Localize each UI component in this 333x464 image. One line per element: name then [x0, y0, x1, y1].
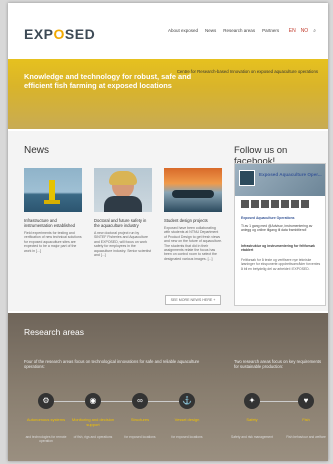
news-card[interactable]: Student design projects Exposed have bee…	[164, 168, 222, 261]
research-area-label[interactable]: Fish	[284, 417, 328, 422]
language-flags: EN NO ⌕	[289, 28, 316, 34]
nav-item-research[interactable]: Research areas	[223, 28, 255, 33]
search-icon[interactable]: ⌕	[313, 28, 316, 34]
nav-item-news[interactable]: News	[205, 28, 216, 33]
logo-o: O	[53, 26, 65, 42]
person-icon[interactable]: ✦	[244, 393, 260, 409]
connector-line	[46, 401, 192, 402]
facebook-page-name[interactable]: Exposed Aquaculture Oper...	[259, 172, 323, 177]
research-area-label[interactable]: Vessel design	[165, 417, 209, 422]
research-area-sub: Safety and risk management	[231, 435, 273, 439]
news-text: A new doctoral project run by SINTEF Fis…	[94, 231, 151, 258]
facebook-post-title[interactable]: Exposed Aquaculture Operations	[241, 216, 321, 220]
news-text: Field experiments for testing and verifi…	[24, 231, 82, 253]
research-area-sub: for exposed locations	[171, 435, 203, 439]
research-area-label[interactable]: Monitoring and decision support	[71, 417, 115, 427]
follower-thumb	[261, 200, 269, 208]
nav-item-partners[interactable]: Partners	[262, 28, 279, 33]
logo-text: EXP	[24, 26, 54, 42]
facebook-post-text: Ti av 1 gang med @Advisor, instrumenteri…	[241, 224, 313, 233]
research-area-sub: Fish behaviour and welfare	[286, 435, 326, 439]
page: EXPOSED About exposed News Research area…	[8, 3, 328, 461]
exposed-logo[interactable]: EXPOSED	[24, 26, 95, 42]
main-nav: About exposed News Research areas Partne…	[168, 28, 279, 33]
news-text: Exposed have been collaborating with stu…	[164, 226, 222, 261]
research-intro-sustainable: Two research areas focus on key requirem…	[234, 359, 322, 370]
nav-item-about[interactable]: About exposed	[168, 28, 198, 33]
anchor-icon[interactable]: ⚓	[179, 393, 195, 409]
site-header: EXPOSED About exposed News Research area…	[8, 3, 328, 55]
flag-no[interactable]: NO	[301, 28, 309, 34]
research-area-sub: for exposed locations	[124, 435, 156, 439]
logo-text-end: SED	[64, 26, 96, 42]
news-card[interactable]: Doctoral and future safety in the aquacu…	[94, 168, 152, 257]
hero-title: Knowledge and technology for robust, saf…	[24, 72, 192, 90]
facebook-widget: Exposed Aquaculture Oper... Exposed Aqua…	[234, 163, 326, 306]
gear-icon[interactable]: ⚙	[38, 393, 54, 409]
follower-thumb	[241, 200, 249, 208]
follower-thumb	[301, 200, 309, 208]
news-card[interactable]: Infrastructure and instrumentation estab…	[24, 168, 82, 253]
facebook-post2-text: Feltforsøk for å teste og verifisere nye…	[241, 258, 321, 271]
research-section: Research areas Four of the research area…	[8, 313, 328, 461]
heart-icon[interactable]: ♥	[298, 393, 314, 409]
news-title[interactable]: Doctoral and future safety in the aquacu…	[94, 218, 152, 228]
follower-thumb	[271, 200, 279, 208]
research-area-label[interactable]: Safety	[230, 417, 274, 422]
news-heading: News	[24, 145, 50, 156]
follower-thumb	[281, 200, 289, 208]
eye-icon[interactable]: ◉	[85, 393, 101, 409]
hero-banner: Centre for Research-based Innovation on …	[8, 59, 328, 129]
chain-icon[interactable]: ∞	[132, 393, 148, 409]
news-image-buoy	[24, 168, 82, 212]
research-area-label[interactable]: Structures	[118, 417, 162, 422]
news-title[interactable]: Infrastructure and instrumentation estab…	[24, 218, 82, 228]
research-area-sub: and technologies for remote operation	[25, 435, 67, 444]
research-area-label[interactable]: Autonomous systems	[24, 417, 68, 422]
news-title[interactable]: Student design projects	[164, 218, 222, 223]
research-area-sub: of fish, rigs and operations	[73, 435, 113, 439]
facebook-post2-title[interactable]: Infrastruktur og instrumentering for fel…	[241, 244, 321, 253]
follower-thumb	[291, 200, 299, 208]
flag-en[interactable]: EN	[289, 28, 296, 34]
news-image-vessel	[164, 168, 222, 212]
facebook-followers	[241, 200, 309, 208]
news-section: News Follow us on facebook! Infrastructu…	[8, 131, 328, 311]
follower-thumb	[251, 200, 259, 208]
facebook-avatar	[239, 170, 255, 186]
news-image-portrait	[94, 168, 152, 212]
research-intro: Four of the research areas focus on tech…	[24, 359, 200, 370]
see-more-news-button[interactable]: SEE MORE NEWS HERE +	[165, 295, 221, 305]
research-heading: Research areas	[24, 327, 85, 337]
